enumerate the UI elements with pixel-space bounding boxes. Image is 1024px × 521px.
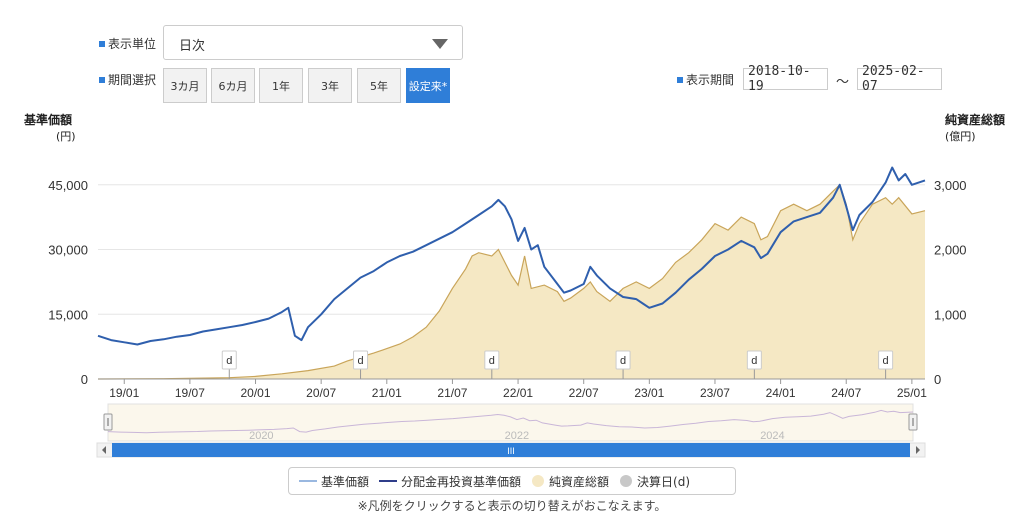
legend-note: ※凡例をクリックすると表示の切り替えがおこなえます。 — [357, 499, 667, 513]
x-tick-label: 24/07 — [831, 386, 861, 400]
legend-label: 純資産総額 — [549, 474, 610, 489]
line-icon — [299, 480, 317, 482]
x-tick-label: 22/01 — [503, 386, 533, 400]
left-tick-label: 30,000 — [48, 243, 88, 258]
legend-label: 基準価額 — [321, 474, 370, 489]
circle-icon — [620, 475, 633, 487]
settlement-marker-label: d — [883, 355, 889, 367]
legend-item-reinvested-price[interactable]: 分配金再投資基準価額 — [379, 473, 521, 490]
legend: 基準価額 分配金再投資基準価額 純資産総額 決算日(d) — [288, 467, 736, 495]
left-axis-ticks: 0 15,000 30,000 45,000 — [48, 178, 88, 387]
aum-area — [98, 184, 925, 379]
left-tick-label: 45,000 — [48, 178, 88, 193]
right-tick-label: 2,000 — [934, 243, 967, 258]
legend-item-net-assets[interactable]: 純資産総額 — [531, 473, 609, 490]
settlement-marker-label: d — [620, 355, 626, 367]
navigator-year-label: 2024 — [760, 430, 784, 442]
x-axis-ticks: 19/01 19/07 20/01 20/07 21/01 21/07 22/01 22/07… — [98, 378, 927, 400]
left-tick-label: 0 — [81, 372, 88, 387]
x-tick-label: 24/01 — [766, 386, 796, 400]
aum-series — [97, 183, 926, 380]
x-tick-label: 23/07 — [700, 386, 730, 400]
left-tick-label: 15,000 — [48, 307, 88, 322]
x-tick-label: 22/07 — [569, 386, 599, 400]
legend-label: 分配金再投資基準価額 — [401, 474, 522, 489]
x-tick-label: 19/01 — [109, 386, 139, 400]
legend-label: 決算日(d) — [637, 474, 691, 489]
x-tick-label: 25/01 — [897, 386, 927, 400]
circle-icon — [532, 475, 545, 487]
x-tick-label: 20/01 — [241, 386, 271, 400]
x-tick-label: 23/01 — [634, 386, 664, 400]
legend-item-settlement[interactable]: 決算日(d) — [619, 473, 690, 490]
navigator[interactable]: 2020 2022 2024 III — [96, 403, 926, 458]
scrollbar-grip: III — [507, 446, 515, 456]
settlement-marker-label: d — [226, 355, 232, 367]
navigator-year-label: 2022 — [505, 430, 529, 442]
right-tick-label: 1,000 — [934, 307, 967, 322]
right-tick-label: 0 — [934, 372, 941, 387]
right-tick-label: 3,000 — [934, 178, 967, 193]
price-chart[interactable]: d d d d d d 0 15,000 30,000 45,000 0 1,000 2,000 3,… — [0, 0, 1024, 521]
x-tick-label: 21/01 — [372, 386, 402, 400]
right-axis-ticks: 0 1,000 2,000 3,000 — [934, 178, 967, 387]
settlement-marker-label: d — [357, 355, 363, 367]
x-tick-label: 20/07 — [306, 386, 336, 400]
navigator-year-label: 2020 — [249, 430, 273, 442]
x-tick-label: 21/07 — [437, 386, 467, 400]
x-tick-label: 19/07 — [175, 386, 205, 400]
legend-item-base-price[interactable]: 基準価額 — [299, 473, 369, 490]
settlement-marker-label: d — [751, 355, 757, 367]
settlement-marker-label: d — [489, 355, 495, 367]
line-icon — [379, 480, 398, 482]
